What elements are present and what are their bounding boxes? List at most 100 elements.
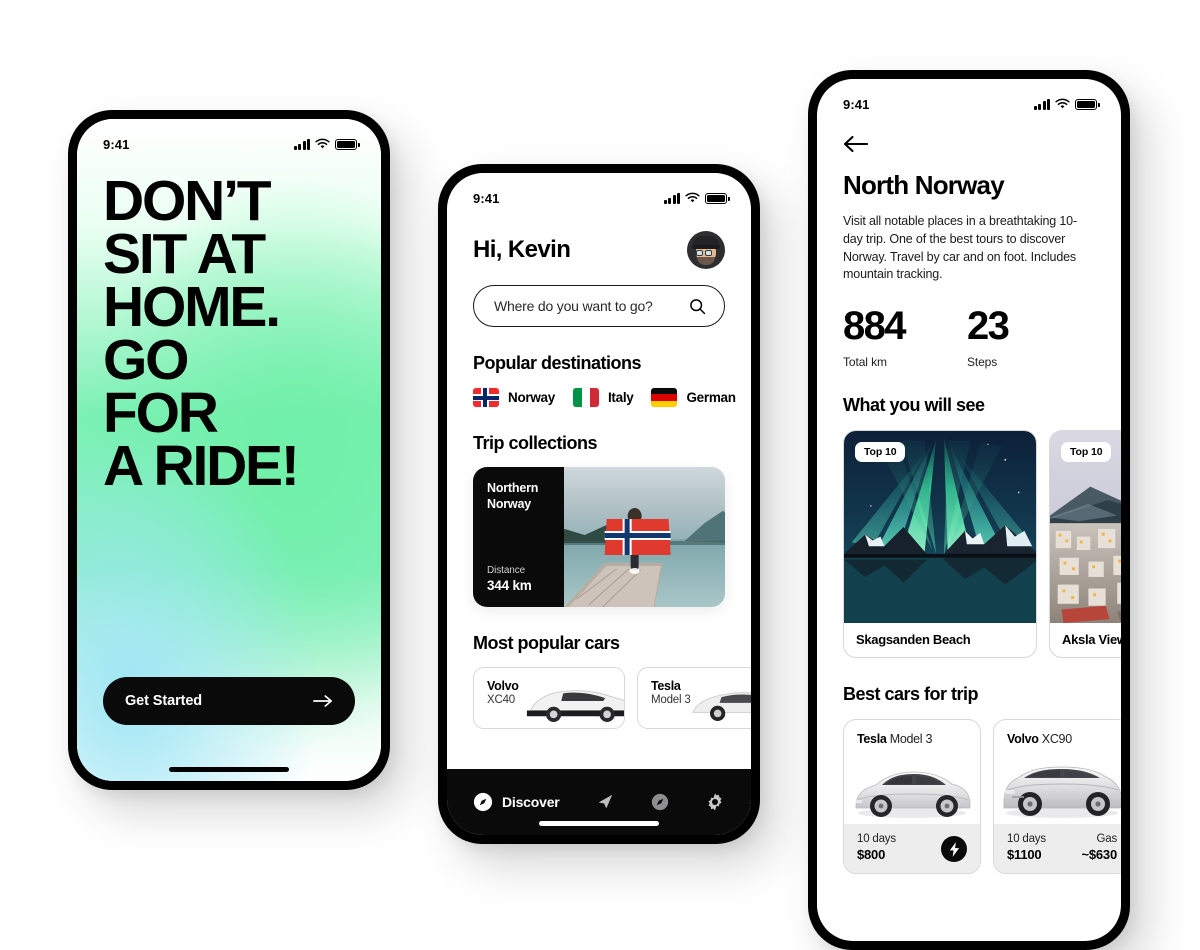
- electric-badge: [941, 836, 967, 862]
- car-brand: Tesla: [651, 679, 681, 693]
- destination-label: Norway: [508, 390, 555, 405]
- wifi-icon: [685, 192, 700, 203]
- best-car-price: $800: [857, 847, 886, 862]
- best-car-model: Model 3: [889, 732, 933, 746]
- see-card-name: Aksla Viewpoint: [1062, 632, 1121, 647]
- best-car-photo: [844, 750, 980, 824]
- trip-name-line-2: Norway: [487, 496, 531, 511]
- phone-trip-detail: 9:41 North Norway Visit all notable plac…: [808, 70, 1130, 950]
- destination-germany[interactable]: German: [651, 388, 736, 407]
- stat-label: Total km: [843, 355, 887, 369]
- what-you-will-see-list: Top 10 Skagsanden Beach Top 10 Aksla Vie: [843, 430, 1121, 658]
- best-car-footer: 10 days $1100 Gas ~$630: [994, 824, 1121, 873]
- page-title: DON’T SIT AT HOME. GO FOR A RIDE!: [103, 173, 355, 495]
- car-photo-volvo: [526, 690, 624, 722]
- trip-detail-screen: 9:41 North Norway Visit all notable plac…: [817, 79, 1121, 941]
- onboarding-screen: 9:41 DON’T SIT AT HOME. GO FOR A RIDE! G…: [77, 119, 381, 781]
- best-car-footer: 10 days $800: [844, 824, 980, 873]
- best-car-brand: Tesla: [857, 732, 887, 746]
- best-car-photo: [994, 750, 1121, 824]
- trip-card-photo: [563, 467, 725, 607]
- car-model: XC40: [487, 694, 515, 706]
- best-car-fuel-price: ~$630: [1081, 847, 1117, 862]
- best-car-title: Volvo XC90: [994, 720, 1121, 746]
- home-content: Hi, Kevin Where do you want to go? Popul…: [447, 213, 751, 835]
- stat-value: 884: [843, 304, 907, 348]
- trip-name-line-1: Northern: [487, 481, 539, 495]
- destination-norway[interactable]: Norway: [473, 388, 555, 407]
- trip-distance: Distance 344 km: [487, 565, 550, 593]
- best-cars-title: Best cars for trip: [843, 684, 979, 704]
- best-cars-list: Tesla Model 3 10 days $800 Volvo XC90 10…: [843, 719, 1121, 874]
- popular-cars-list: Volvo XC40 Tesla Model 3: [473, 667, 751, 729]
- stat-value: 23: [966, 304, 1010, 348]
- status-icons: [663, 192, 730, 204]
- tab-explore[interactable]: [650, 792, 670, 812]
- destination-label: Italy: [607, 390, 634, 405]
- best-car-price: $1100: [1007, 847, 1042, 862]
- best-car-days: 10 days: [1007, 833, 1046, 845]
- what-you-will-see-title: What you will see: [843, 395, 985, 415]
- cellular-signal-icon: [1033, 98, 1050, 110]
- flag-norway-icon: [473, 388, 499, 407]
- stat-total-km: 884 Total km: [843, 304, 907, 369]
- status-badge: Top 10: [1061, 442, 1112, 462]
- trip-collection-card[interactable]: Northern Norway Distance 344 km: [473, 467, 725, 607]
- gear-icon: [708, 793, 722, 811]
- search-icon[interactable]: [689, 298, 706, 315]
- get-started-label: Get Started: [125, 693, 203, 709]
- cellular-signal-icon: [663, 192, 680, 204]
- status-time: 9:41: [103, 136, 130, 152]
- home-screen: 9:41 Hi, Kevin Where do you want to go? …: [447, 173, 751, 835]
- avatar-glasses-right: [705, 250, 712, 256]
- home-indicator: [539, 821, 659, 826]
- car-card-text: Tesla Model 3: [651, 679, 691, 706]
- tab-navigate[interactable]: [595, 792, 615, 812]
- car-card-volvo[interactable]: Volvo XC40: [473, 667, 625, 729]
- avatar-beard: [697, 257, 715, 265]
- best-car-title: Tesla Model 3: [844, 720, 980, 746]
- car-card-tesla[interactable]: Tesla Model 3: [637, 667, 751, 729]
- wifi-icon: [315, 138, 330, 149]
- avatar-hat-brim: [692, 245, 720, 249]
- phone-onboarding: 9:41 DON’T SIT AT HOME. GO FOR A RIDE! G…: [68, 110, 390, 790]
- headline-line-6: A RIDE!: [103, 434, 300, 498]
- home-indicator: [169, 767, 289, 772]
- popular-destinations-list: Norway Italy German: [473, 388, 736, 407]
- see-card-skagsanden[interactable]: Top 10 Skagsanden Beach: [843, 430, 1037, 658]
- trip-distance-label: Distance: [487, 565, 526, 576]
- battery-icon: [705, 192, 730, 204]
- tab-settings[interactable]: [705, 792, 725, 812]
- search-input[interactable]: [492, 297, 678, 315]
- volvo-xc90-photo: [1003, 766, 1121, 818]
- car-photo-tesla: [692, 692, 751, 722]
- best-car-price-block: 10 days $1100: [1007, 833, 1046, 862]
- search-bar[interactable]: [473, 285, 725, 327]
- avatar[interactable]: [687, 231, 725, 269]
- tab-discover[interactable]: Discover: [473, 792, 560, 812]
- tesla-model3-photo: [855, 771, 971, 818]
- get-started-button[interactable]: Get Started: [103, 677, 355, 725]
- destination-italy[interactable]: Italy: [572, 388, 634, 407]
- status-badge: Top 10: [855, 442, 906, 462]
- best-car-model: XC90: [1041, 732, 1072, 746]
- see-card-photo: Top 10: [1050, 431, 1121, 623]
- see-card-aksla[interactable]: Top 10 Aksla Vie: [1049, 430, 1121, 658]
- status-time: 9:41: [843, 96, 870, 112]
- popular-cars-title: Most popular cars: [473, 633, 620, 653]
- compass-icon: [473, 792, 493, 812]
- wifi-icon: [1055, 98, 1070, 109]
- best-car-tesla[interactable]: Tesla Model 3 10 days $800: [843, 719, 981, 874]
- trip-detail-content: North Norway Visit all notable places in…: [817, 119, 1121, 941]
- compass-outline-icon: [651, 793, 669, 811]
- back-button[interactable]: [843, 133, 869, 155]
- battery-icon: [1075, 98, 1100, 110]
- status-time: 9:41: [473, 190, 500, 206]
- best-car-volvo[interactable]: Volvo XC90 10 days $1100 Gas ~$630: [993, 719, 1121, 874]
- stat-label: Steps: [966, 355, 998, 369]
- see-card-name: Skagsanden Beach: [856, 632, 971, 647]
- trip-description: Visit all notable places in a breathtaki…: [843, 214, 1077, 282]
- arrow-right-icon: [313, 695, 332, 707]
- flag-germany-icon: [651, 388, 678, 407]
- trip-card-info: Northern Norway Distance 344 km: [473, 467, 564, 607]
